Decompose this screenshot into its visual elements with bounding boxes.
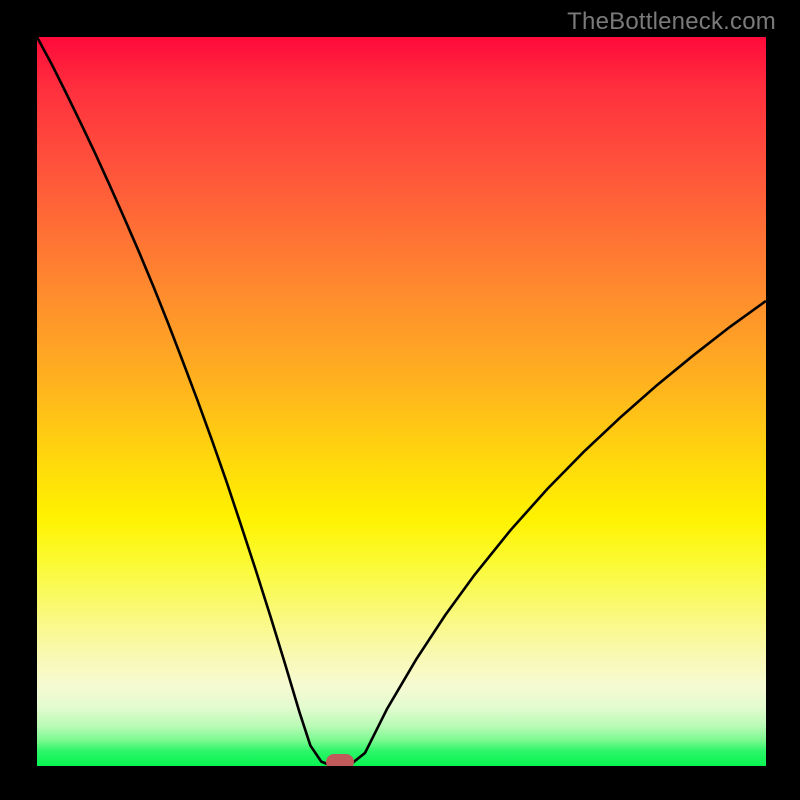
- curve-svg: [37, 37, 766, 766]
- bottleneck-curve: [37, 37, 766, 765]
- chart-frame: TheBottleneck.com: [0, 0, 800, 800]
- watermark-text: TheBottleneck.com: [567, 8, 776, 36]
- plot-area: [37, 37, 766, 766]
- optimal-marker: [326, 754, 354, 766]
